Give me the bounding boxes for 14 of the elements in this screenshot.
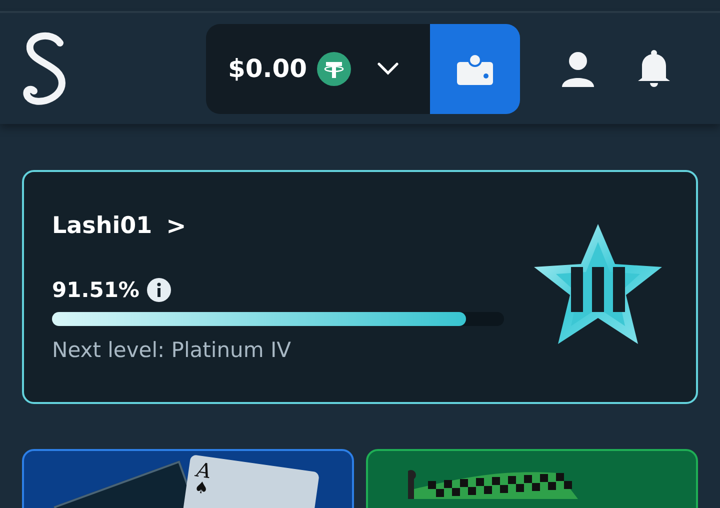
- username[interactable]: Lashi01: [52, 213, 152, 239]
- info-icon[interactable]: [147, 278, 172, 302]
- caret-icon: [377, 62, 400, 76]
- progress-percentage: 91.51%: [52, 278, 140, 302]
- coin-icon: [317, 52, 352, 86]
- next-level-text: Next level: Platinum IV: [52, 338, 292, 362]
- balance-dropdown[interactable]: $0.00: [206, 24, 430, 114]
- game-tile[interactable]: A ♠: [22, 449, 354, 508]
- wallet-button[interactable]: [430, 24, 520, 114]
- game-tile[interactable]: [366, 449, 698, 508]
- wallet-icon: [457, 52, 493, 84]
- bell-icon[interactable]: [636, 50, 672, 88]
- chevron-link[interactable]: >: [166, 212, 186, 240]
- user-icon[interactable]: [560, 50, 596, 86]
